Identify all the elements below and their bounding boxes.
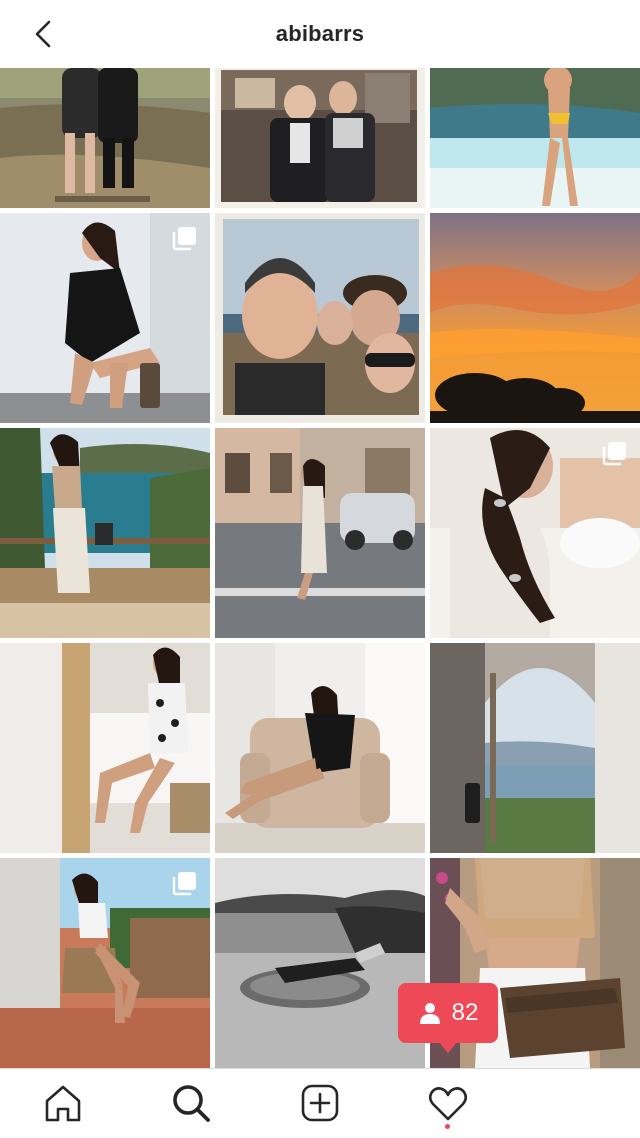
posts-grid [0,68,640,1068]
post-tile[interactable] [430,643,640,853]
post-tile[interactable] [430,68,640,208]
post-tile[interactable] [0,858,210,1068]
carousel-icon [172,227,196,251]
post-tile[interactable] [0,213,210,423]
post-arched-window-sea [430,643,640,853]
post-group-restaurant [215,68,425,208]
post-bw-inflatable [215,858,425,1068]
post-tile[interactable] [215,643,425,853]
tab-home[interactable] [41,1081,85,1125]
notification-bubble: 82 [398,983,498,1043]
back-button[interactable] [26,16,62,52]
tab-new-post[interactable] [298,1081,342,1125]
post-tile[interactable] [0,643,210,853]
chevron-left-icon [35,20,51,48]
post-tile[interactable] [0,428,210,638]
profile-header: abibarrs [0,0,640,68]
notification-arrow [438,1041,458,1053]
bottom-tab-bar [0,1068,640,1138]
home-icon [45,1085,81,1122]
notification-count: 82 [451,999,479,1026]
heart-icon [428,1087,468,1121]
post-couple-swing [0,68,210,208]
post-polaroid-friends [215,213,425,423]
post-cliff-balcony [0,428,210,638]
plus-square-icon [301,1084,339,1122]
post-tile[interactable] [215,428,425,638]
post-orange-sunset [430,213,640,423]
post-tile[interactable] [215,858,425,1068]
post-armchair-black-dress [215,643,425,853]
post-tile[interactable] [215,68,425,208]
search-icon [173,1085,210,1122]
activity-indicator-dot [445,1124,450,1129]
post-tile[interactable] [0,68,210,208]
post-tile[interactable] [430,428,640,638]
person-icon [419,1003,440,1024]
new-followers-notification[interactable]: 82 [398,983,498,1053]
post-tile[interactable] [430,213,640,423]
post-street-white-dress [215,428,425,638]
carousel-icon [602,442,626,466]
tab-search[interactable] [169,1081,213,1125]
post-pool-bikini [430,68,640,208]
post-tile[interactable] [215,213,425,423]
carousel-icon [172,872,196,896]
tab-activity[interactable] [426,1081,470,1125]
post-mirror-selfie [0,643,210,853]
page-title: abibarrs [275,21,365,46]
